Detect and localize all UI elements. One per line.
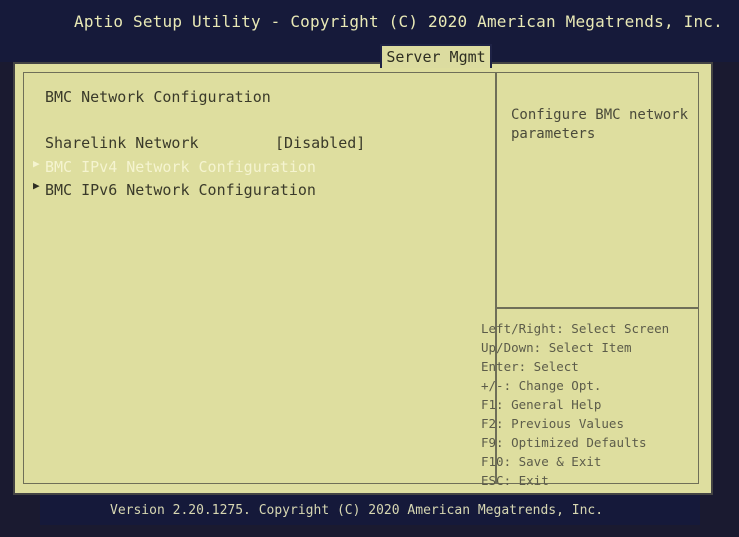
menu-item-label: BMC IPv4 Network Configuration: [45, 158, 316, 176]
key-hint: F9: Optimized Defaults: [481, 435, 647, 450]
key-hint: Up/Down: Select Item: [481, 340, 632, 355]
menu-item-label: Sharelink Network: [45, 134, 199, 152]
menu-item-bmc-ipv6[interactable]: BMC IPv6 Network Configuration: [45, 181, 316, 199]
menu-item-label: BMC IPv6 Network Configuration: [45, 181, 316, 199]
help-description: Configure BMC network parameters: [511, 107, 689, 142]
app-title: Aptio Setup Utility - Copyright (C) 2020…: [74, 12, 723, 31]
menu-item-bmc-ipv4[interactable]: BMC IPv4 Network Configuration: [45, 158, 316, 176]
header-bar: Aptio Setup Utility - Copyright (C) 2020…: [0, 0, 739, 62]
setup-panel: BMC Network Configuration Sharelink Netw…: [13, 62, 713, 495]
key-hint: +/-: Change Opt.: [481, 378, 602, 393]
submenu-arrow-icon: ▶: [33, 179, 40, 192]
sharelink-value[interactable]: [Disabled]: [275, 134, 365, 152]
key-hint: ESC: Exit: [481, 473, 549, 488]
menu-item-sharelink-network[interactable]: Sharelink Network [Disabled]: [45, 134, 365, 152]
key-hint: F2: Previous Values: [481, 416, 624, 431]
help-divider-horizontal: [495, 307, 699, 309]
key-hint: F1: General Help: [481, 397, 602, 412]
key-legend: Left/Right: Select Screen Up/Down: Selec…: [481, 319, 701, 490]
key-hint: Enter: Select: [481, 359, 579, 374]
footer-version: Version 2.20.1275. Copyright (C) 2020 Am…: [40, 495, 700, 525]
tab-server-mgmt[interactable]: Server Mgmt: [380, 44, 492, 68]
key-hint: F10: Save & Exit: [481, 454, 602, 469]
submenu-arrow-icon: ▶: [33, 157, 40, 170]
page-title: BMC Network Configuration: [45, 88, 271, 106]
key-hint: Left/Right: Select Screen: [481, 321, 670, 336]
